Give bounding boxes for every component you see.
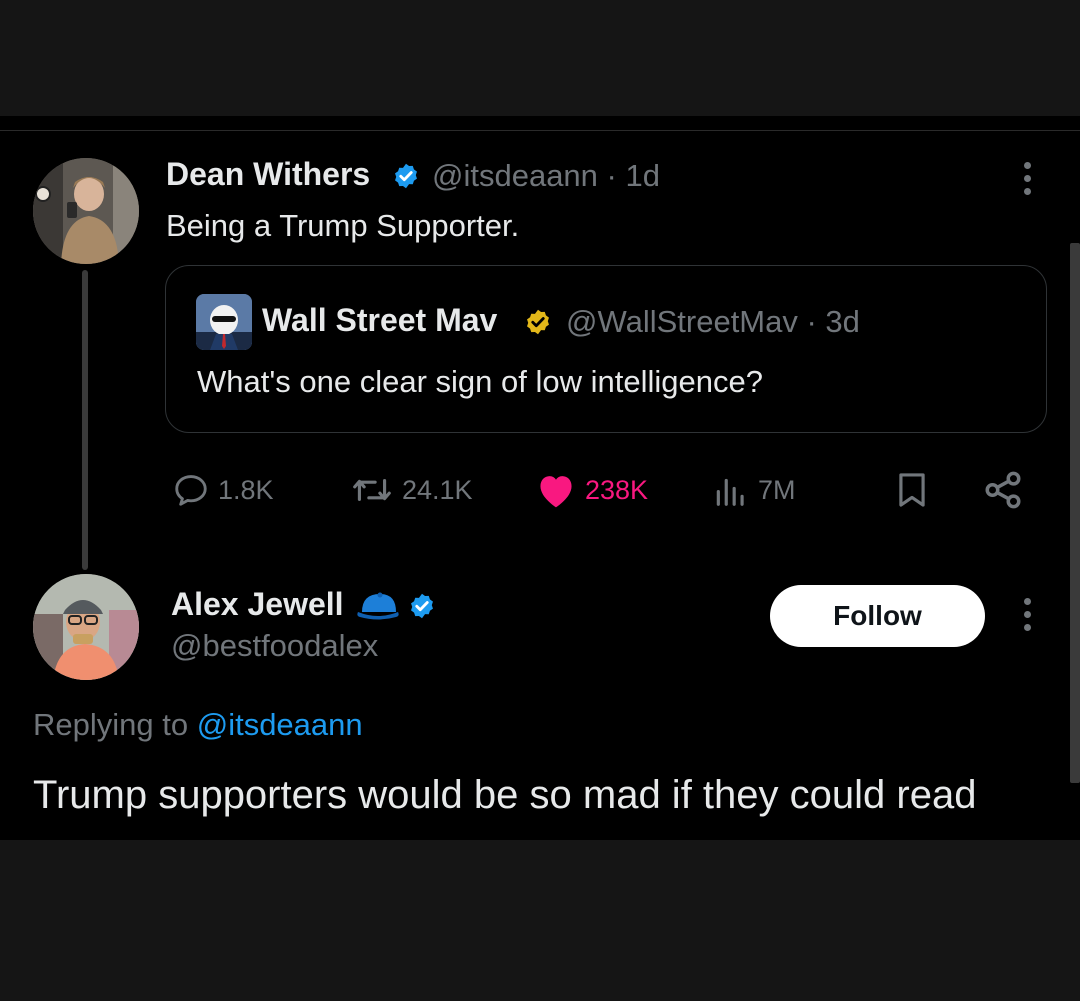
author-name[interactable]: Dean Withers bbox=[166, 156, 370, 193]
reply-text: Trump supporters would be so mad if they… bbox=[33, 773, 977, 817]
verified-badge-icon bbox=[395, 163, 417, 189]
replying-to-prefix: Replying to bbox=[33, 707, 189, 742]
share-button[interactable] bbox=[982, 468, 1024, 512]
replying-to: Replying to @itsdeaann bbox=[33, 707, 363, 743]
author-handle-time[interactable]: @itsdeaann · 1d bbox=[432, 158, 660, 194]
like-button[interactable]: 238K bbox=[535, 468, 648, 512]
heart-icon bbox=[540, 476, 572, 508]
verified-gold-badge-icon bbox=[527, 309, 549, 335]
avatar-wall-street-mav[interactable] bbox=[196, 294, 252, 350]
bookmark-icon bbox=[899, 473, 925, 507]
more-options-icon[interactable] bbox=[1022, 162, 1032, 195]
avatar-image bbox=[196, 294, 252, 350]
blue-cap-icon bbox=[357, 592, 399, 620]
follow-button[interactable]: Follow bbox=[770, 585, 985, 647]
verified-badge-icon bbox=[411, 593, 433, 619]
quoted-post-text: What's one clear sign of low intelligenc… bbox=[197, 364, 763, 399]
like-count: 238K bbox=[585, 474, 649, 505]
thread-connector-line bbox=[82, 270, 88, 570]
analytics-icon bbox=[716, 478, 744, 506]
post-text: Being a Trump Supporter. bbox=[166, 208, 520, 243]
avatar-dean-withers[interactable] bbox=[33, 158, 139, 264]
reply-button[interactable]: 1.8K bbox=[172, 468, 274, 512]
avatar-image bbox=[33, 574, 139, 680]
quoted-author-name[interactable]: Wall Street Mav bbox=[262, 302, 497, 339]
reply-count: 1.8K bbox=[218, 474, 274, 505]
repost-count: 24.1K bbox=[402, 474, 473, 505]
reply-author-handle[interactable]: @bestfoodalex bbox=[171, 628, 378, 664]
scrollbar[interactable] bbox=[1070, 243, 1080, 783]
repost-button[interactable]: 24.1K bbox=[350, 468, 473, 512]
quoted-post[interactable] bbox=[165, 265, 1047, 433]
quoted-handle-time[interactable]: @WallStreetMav · 3d bbox=[566, 304, 860, 340]
more-options-icon[interactable] bbox=[1022, 598, 1032, 631]
share-icon bbox=[985, 471, 1021, 509]
reply-author-name[interactable]: Alex Jewell bbox=[171, 586, 344, 623]
replying-to-handle-link[interactable]: @itsdeaann bbox=[197, 707, 363, 742]
views-button[interactable]: 7M bbox=[712, 468, 796, 512]
avatar-alex-jewell[interactable] bbox=[33, 574, 139, 680]
views-count: 7M bbox=[758, 474, 796, 505]
reply-icon bbox=[175, 475, 207, 506]
bookmark-button[interactable] bbox=[893, 468, 931, 512]
avatar-image bbox=[33, 158, 139, 264]
divider bbox=[0, 130, 1080, 131]
repost-icon bbox=[353, 479, 391, 501]
